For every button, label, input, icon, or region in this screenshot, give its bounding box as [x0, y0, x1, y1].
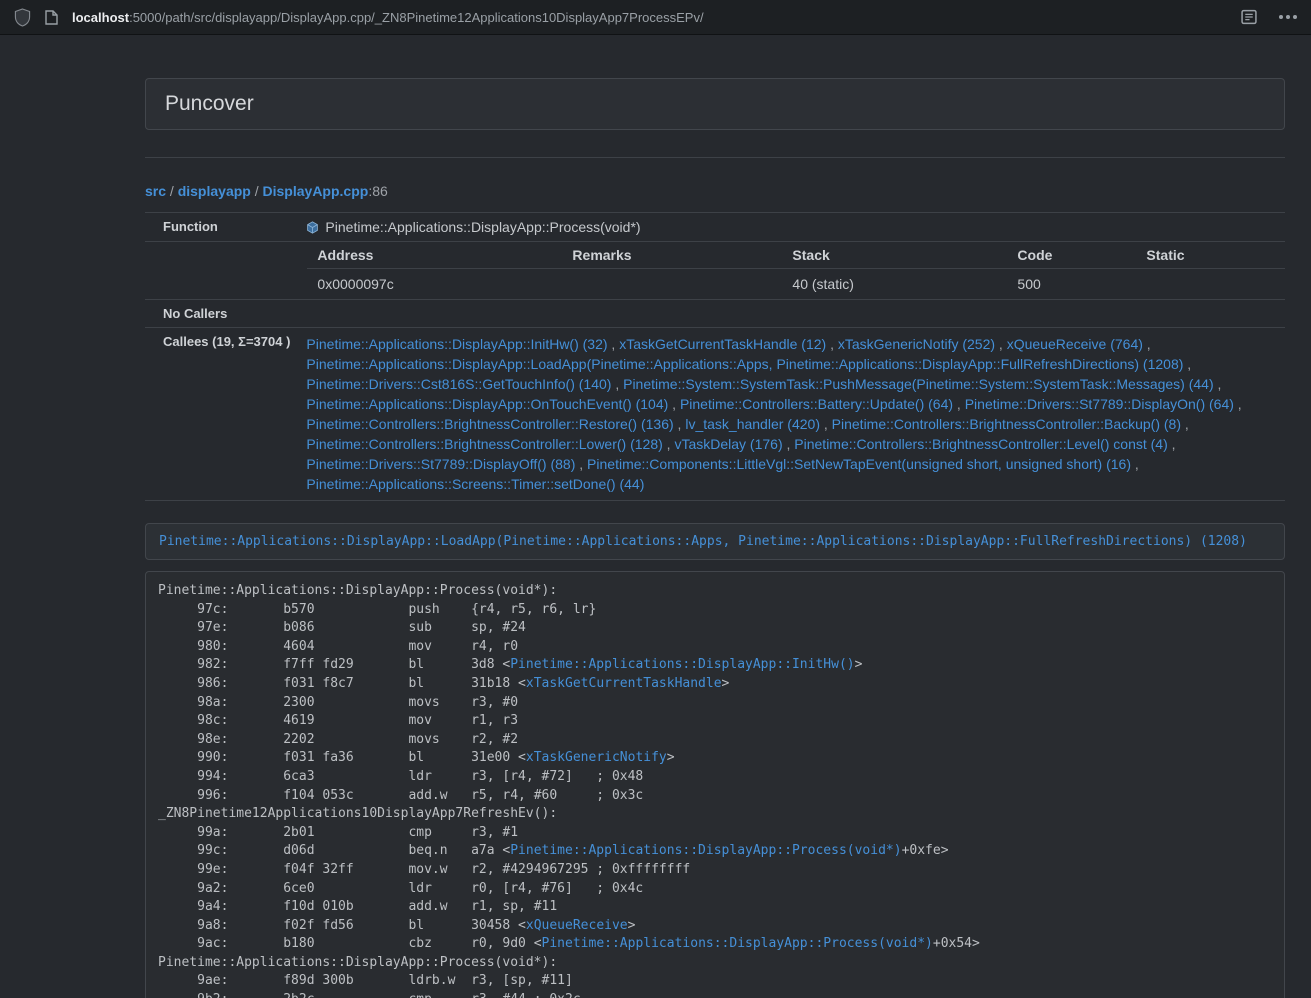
column-header-static: Static — [1136, 242, 1285, 269]
column-header-stack: Stack — [782, 242, 1007, 269]
breadcrumb: src / displayapp / DisplayApp.cpp:86 — [145, 183, 1285, 199]
overflow-menu-icon[interactable] — [1279, 15, 1297, 19]
highlighted-symbol-link[interactable]: Pinetime::Applications::DisplayApp::Load… — [159, 534, 1247, 549]
stat-value: 500 — [1007, 269, 1136, 300]
column-header-remarks: Remarks — [562, 242, 782, 269]
symbol-link[interactable]: xTaskGetCurrentTaskHandle — [526, 676, 722, 691]
breadcrumb-link[interactable]: displayapp — [178, 183, 251, 199]
stat-value: 40 (static) — [782, 269, 1007, 300]
callee-separator: , — [1183, 356, 1191, 372]
url-path: :5000/path/src/displayapp/DisplayApp.cpp… — [129, 10, 704, 25]
callee-separator: , — [1234, 396, 1242, 412]
breadcrumb-link[interactable]: DisplayApp.cpp — [263, 183, 369, 199]
callees-label: Callees (19, Σ=3704 ) — [145, 328, 296, 501]
callee-separator: , — [1143, 336, 1151, 352]
symbol-link[interactable]: Pinetime::Applications::DisplayApp::Proc… — [510, 843, 901, 858]
stat-value — [562, 269, 782, 300]
page-title: Puncover — [165, 92, 254, 116]
browser-toolbar: localhost:5000/path/src/displayapp/Displ… — [0, 0, 1311, 35]
table-row-stats: AddressRemarksStackCodeStatic 0x0000097c… — [145, 242, 1285, 300]
callee-link[interactable]: vTaskDelay (176) — [674, 436, 782, 452]
callees-list: Pinetime::Applications::DisplayApp::Init… — [296, 328, 1285, 501]
document-icon — [45, 10, 58, 25]
stat-value — [1136, 269, 1285, 300]
callee-link[interactable]: Pinetime::Controllers::BrightnessControl… — [306, 416, 673, 432]
callee-link[interactable]: Pinetime::Controllers::BrightnessControl… — [794, 436, 1167, 452]
callee-separator: , — [611, 376, 623, 392]
stats-table: AddressRemarksStackCodeStatic 0x0000097c… — [307, 242, 1285, 299]
callee-separator: , — [575, 456, 587, 472]
callee-separator: , — [663, 436, 675, 452]
callee-link[interactable]: xTaskGetCurrentTaskHandle (12) — [619, 336, 826, 352]
callee-separator: , — [674, 416, 686, 432]
callee-separator: , — [783, 436, 795, 452]
callee-separator: , — [1131, 456, 1139, 472]
function-table: Function Pinetime::Applications::Display… — [145, 212, 1285, 501]
no-callers-label: No Callers — [145, 300, 296, 328]
breadcrumb-separator: / — [166, 183, 178, 199]
page-container: Puncover src / displayapp / DisplayApp.c… — [145, 78, 1285, 998]
callee-separator: , — [668, 396, 680, 412]
function-icon — [306, 221, 319, 234]
callee-separator: , — [1214, 376, 1222, 392]
function-label: Function — [145, 213, 296, 242]
address-bar[interactable]: localhost:5000/path/src/displayapp/Displ… — [72, 10, 704, 25]
symbol-link[interactable]: xQueueReceive — [526, 918, 628, 933]
callee-link[interactable]: Pinetime::Controllers::Battery::Update()… — [680, 396, 953, 412]
column-header-address: Address — [307, 242, 562, 269]
stats-value-row: 0x0000097c 40 (static)500 — [307, 269, 1285, 300]
symbol-link[interactable]: Pinetime::Applications::DisplayApp::Proc… — [542, 936, 933, 951]
callee-separator: , — [995, 336, 1007, 352]
symbol-link[interactable]: xTaskGenericNotify — [526, 750, 667, 765]
callee-link[interactable]: lv_task_handler (420) — [685, 416, 820, 432]
callee-link[interactable]: Pinetime::System::SystemTask::PushMessag… — [623, 376, 1214, 392]
callee-link[interactable]: Pinetime::Drivers::St7789::DisplayOn() (… — [965, 396, 1234, 412]
disassembly-code: Pinetime::Applications::DisplayApp::Proc… — [145, 571, 1285, 998]
table-row-no-callers: No Callers — [145, 300, 1285, 328]
callee-link[interactable]: Pinetime::Drivers::St7789::DisplayOff() … — [306, 456, 575, 472]
callee-separator: , — [820, 416, 832, 432]
shield-icon[interactable] — [14, 8, 31, 27]
callee-separator: , — [1168, 436, 1176, 452]
callee-link[interactable]: Pinetime::Applications::DisplayApp::OnTo… — [306, 396, 668, 412]
callee-separator: , — [953, 396, 965, 412]
callee-link[interactable]: Pinetime::Controllers::BrightnessControl… — [832, 416, 1181, 432]
stats-header-row: AddressRemarksStackCodeStatic — [307, 242, 1285, 269]
callee-link[interactable]: Pinetime::Applications::Screens::Timer::… — [306, 476, 644, 492]
empty-label-cell — [145, 242, 296, 300]
callee-separator: , — [1181, 416, 1189, 432]
callee-link[interactable]: Pinetime::Controllers::BrightnessControl… — [306, 436, 662, 452]
page-header: Puncover — [145, 78, 1285, 130]
callee-link[interactable]: Pinetime::Components::LittleVgl::SetNewT… — [587, 456, 1131, 472]
callee-link[interactable]: xQueueReceive (764) — [1007, 336, 1143, 352]
column-header-code: Code — [1007, 242, 1136, 269]
callee-link[interactable]: Pinetime::Drivers::Cst816S::GetTouchInfo… — [306, 376, 611, 392]
breadcrumb-line-number: :86 — [368, 183, 387, 199]
callee-link[interactable]: Pinetime::Applications::DisplayApp::Load… — [306, 356, 1183, 372]
callee-separator: , — [608, 336, 620, 352]
highlighted-symbol-box: Pinetime::Applications::DisplayApp::Load… — [145, 523, 1285, 560]
divider — [145, 157, 1285, 158]
reader-mode-icon[interactable] — [1241, 9, 1257, 25]
symbol-link[interactable]: Pinetime::Applications::DisplayApp::Init… — [510, 657, 854, 672]
function-name: Pinetime::Applications::DisplayApp::Proc… — [325, 219, 640, 235]
table-row-callees: Callees (19, Σ=3704 ) Pinetime::Applicat… — [145, 328, 1285, 501]
callee-link[interactable]: xTaskGenericNotify (252) — [838, 336, 995, 352]
url-host: localhost — [72, 10, 129, 25]
breadcrumb-link[interactable]: src — [145, 183, 166, 199]
breadcrumb-separator: / — [251, 183, 263, 199]
callee-separator: , — [826, 336, 838, 352]
callee-link[interactable]: Pinetime::Applications::DisplayApp::Init… — [306, 336, 607, 352]
stat-value: 0x0000097c — [307, 269, 562, 300]
table-row-function: Function Pinetime::Applications::Display… — [145, 213, 1285, 242]
